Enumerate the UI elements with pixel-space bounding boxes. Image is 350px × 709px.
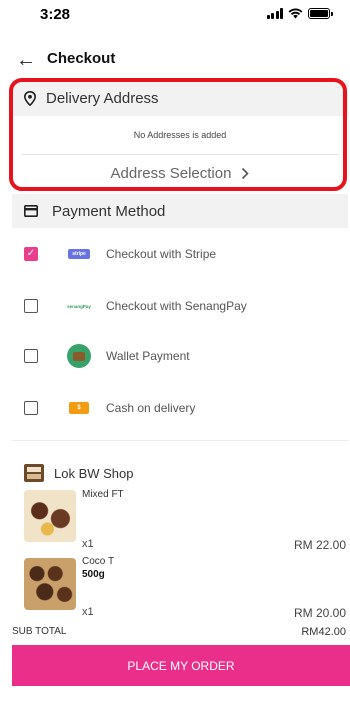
place-order-button[interactable]: PLACE MY ORDER bbox=[12, 645, 350, 686]
checkbox[interactable] bbox=[24, 299, 38, 313]
arrow-left-icon[interactable]: ← bbox=[16, 48, 36, 72]
shop-header: Lok BW Shop bbox=[24, 464, 134, 482]
product-image bbox=[24, 490, 76, 542]
payment-option-label: Checkout with SenangPay bbox=[106, 299, 247, 313]
payment-option-senangpay[interactable]: senangPay Checkout with SenangPay bbox=[24, 292, 324, 320]
checkbox-checked[interactable]: ✓ bbox=[24, 247, 38, 261]
card-icon bbox=[24, 205, 38, 217]
product-name: Coco T bbox=[82, 556, 115, 567]
cash-icon: $ bbox=[66, 398, 92, 418]
payment-option-label: Checkout with Stripe bbox=[106, 247, 217, 261]
page-title: Checkout bbox=[47, 50, 116, 67]
payment-method-header: Payment Method bbox=[12, 194, 348, 228]
shop-name: Lok BW Shop bbox=[54, 465, 134, 481]
address-selection-button[interactable]: Address Selection bbox=[12, 155, 348, 191]
checkbox[interactable] bbox=[24, 401, 38, 415]
shop-icon bbox=[24, 464, 44, 482]
app-header: ← Checkout bbox=[0, 44, 350, 76]
product-price: RM 22.00 bbox=[293, 538, 346, 552]
status-time: 3:28 bbox=[40, 6, 71, 23]
product-variant: 500g bbox=[82, 569, 105, 580]
senangpay-logo: senangPay bbox=[66, 296, 92, 316]
payment-method-title: Payment Method bbox=[52, 202, 166, 220]
battery-icon bbox=[308, 8, 333, 19]
delivery-address-section: Delivery Address No Addresses is added A… bbox=[12, 80, 348, 191]
check-icon: ✓ bbox=[26, 248, 36, 259]
product-qty: x1 bbox=[82, 538, 94, 550]
stripe-logo: stripe bbox=[66, 244, 92, 264]
wifi-icon bbox=[288, 8, 303, 19]
payment-option-cash[interactable]: $ Cash on delivery bbox=[24, 394, 324, 422]
product-qty: x1 bbox=[82, 606, 94, 618]
checkbox[interactable] bbox=[24, 349, 38, 363]
delivery-address-title: Delivery Address bbox=[46, 89, 159, 107]
status-icons bbox=[266, 8, 333, 19]
divider bbox=[12, 440, 348, 441]
subtotal-value: RM42.00 bbox=[301, 626, 346, 638]
payment-option-wallet[interactable]: Wallet Payment bbox=[24, 342, 324, 370]
signal-icon bbox=[266, 8, 283, 19]
senangpay-logo-text: senangPay bbox=[67, 303, 91, 309]
payment-option-label: Wallet Payment bbox=[106, 349, 190, 363]
status-bar: 3:28 bbox=[0, 0, 350, 34]
stripe-logo-text: stripe bbox=[68, 249, 90, 259]
no-address-message: No Addresses is added bbox=[133, 130, 227, 140]
payment-option-stripe[interactable]: ✓ stripe Checkout with Stripe bbox=[24, 240, 324, 268]
location-pin-icon bbox=[24, 90, 36, 106]
payment-option-label: Cash on delivery bbox=[106, 401, 196, 415]
product-price: RM 20.00 bbox=[293, 606, 346, 620]
wallet-icon bbox=[66, 344, 92, 368]
product-name: Mixed FT bbox=[82, 489, 124, 500]
subtotal-label: SUB TOTAL bbox=[12, 626, 67, 637]
delivery-address-header: Delivery Address bbox=[12, 80, 348, 116]
chevron-right-icon bbox=[242, 167, 250, 179]
product-image bbox=[24, 558, 76, 610]
address-selection-label: Address Selection bbox=[110, 164, 232, 182]
